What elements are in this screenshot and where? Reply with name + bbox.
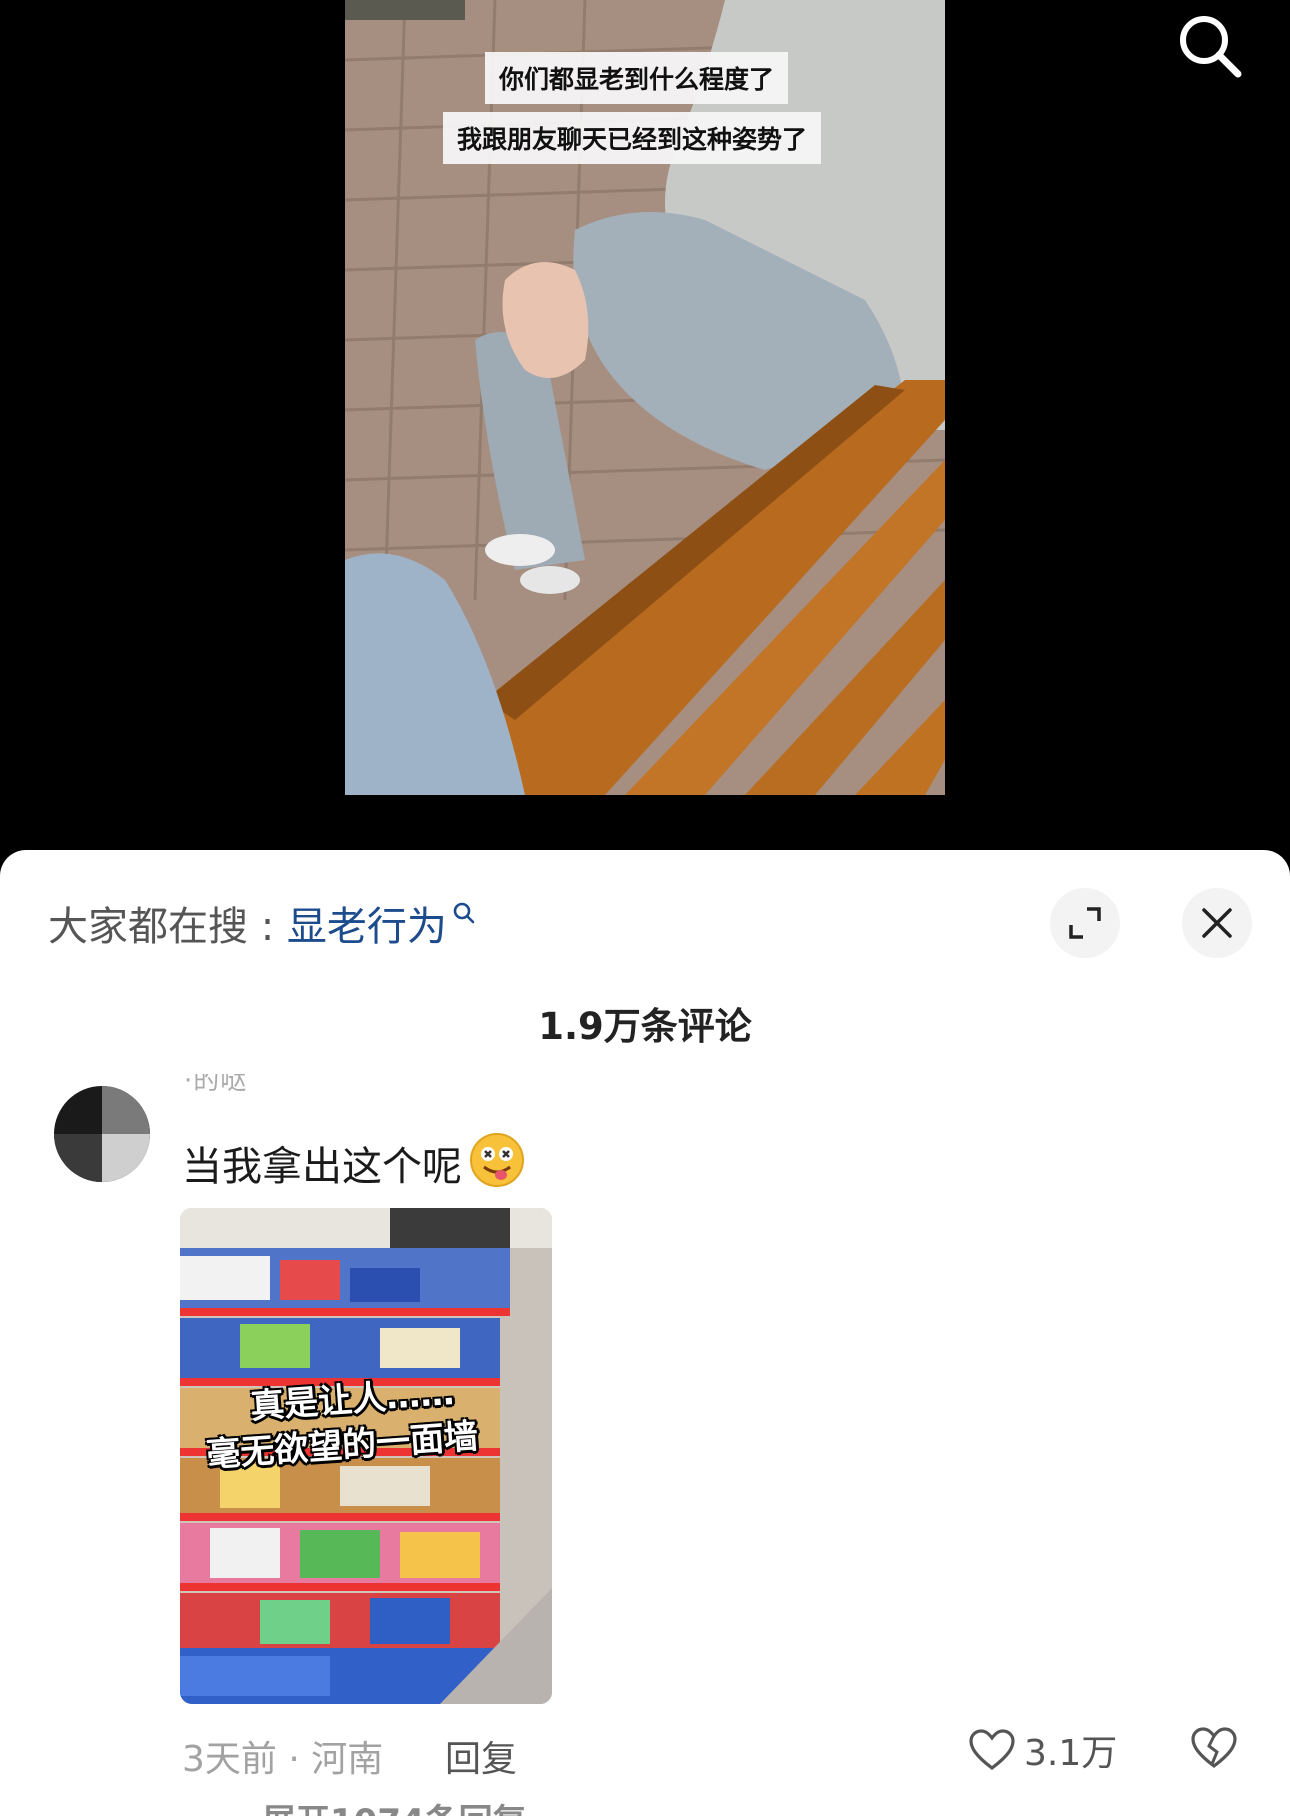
video-frame[interactable]: 你们都显老到什么程度了 我跟朋友聊天已经到这种姿势了 bbox=[345, 0, 945, 795]
search-button[interactable] bbox=[1172, 8, 1248, 84]
close-button[interactable] bbox=[1182, 888, 1252, 958]
comments-sheet: 大家都在搜 : 显老行为 1.9万条评论 ·的哒 当我拿出这个呢 真是让人…… … bbox=[0, 850, 1290, 1816]
comment-time-location: 3天前 · 河南 bbox=[182, 1739, 384, 1780]
like-count: 3.1万 bbox=[1024, 1733, 1118, 1774]
comment-count: 1.9万条评论 bbox=[538, 1005, 752, 1048]
search-icon bbox=[1180, 16, 1242, 78]
drooling-face-emoji-icon bbox=[468, 1131, 526, 1199]
trending-term[interactable]: 显老行为 bbox=[287, 904, 447, 950]
like-button[interactable]: 3.1万 bbox=[968, 1724, 1117, 1776]
close-icon bbox=[1202, 908, 1232, 938]
comment-text-body: 当我拿出这个呢 bbox=[182, 1144, 462, 1190]
broken-heart-icon bbox=[1191, 1727, 1237, 1769]
comment-image[interactable]: 真是让人…… 毫无欲望的一面墙 bbox=[180, 1208, 552, 1704]
video-player[interactable]: 你们都显老到什么程度了 我跟朋友聊天已经到这种姿势了 bbox=[0, 0, 1290, 850]
expand-icon bbox=[1069, 907, 1101, 939]
expand-button[interactable] bbox=[1050, 888, 1120, 958]
comment-username[interactable]: ·的哒 bbox=[184, 1074, 247, 1096]
video-caption-line2: 我跟朋友聊天已经到这种姿势了 bbox=[443, 112, 822, 164]
comment-text: 当我拿出这个呢 bbox=[182, 1131, 526, 1199]
heart-icon bbox=[969, 1729, 1015, 1771]
trending-label: 大家都在搜 : bbox=[48, 904, 287, 950]
dislike-button[interactable] bbox=[1190, 1724, 1238, 1776]
video-caption-line1: 你们都显老到什么程度了 bbox=[485, 52, 789, 104]
trending-search-icon bbox=[451, 894, 477, 940]
expand-replies-link[interactable]: 展开1074条回复 bbox=[262, 1794, 527, 1816]
avatar[interactable] bbox=[54, 1086, 150, 1182]
reply-button[interactable]: 回复 bbox=[445, 1730, 517, 1782]
trending-search[interactable]: 大家都在搜 : 显老行为 bbox=[48, 894, 477, 952]
